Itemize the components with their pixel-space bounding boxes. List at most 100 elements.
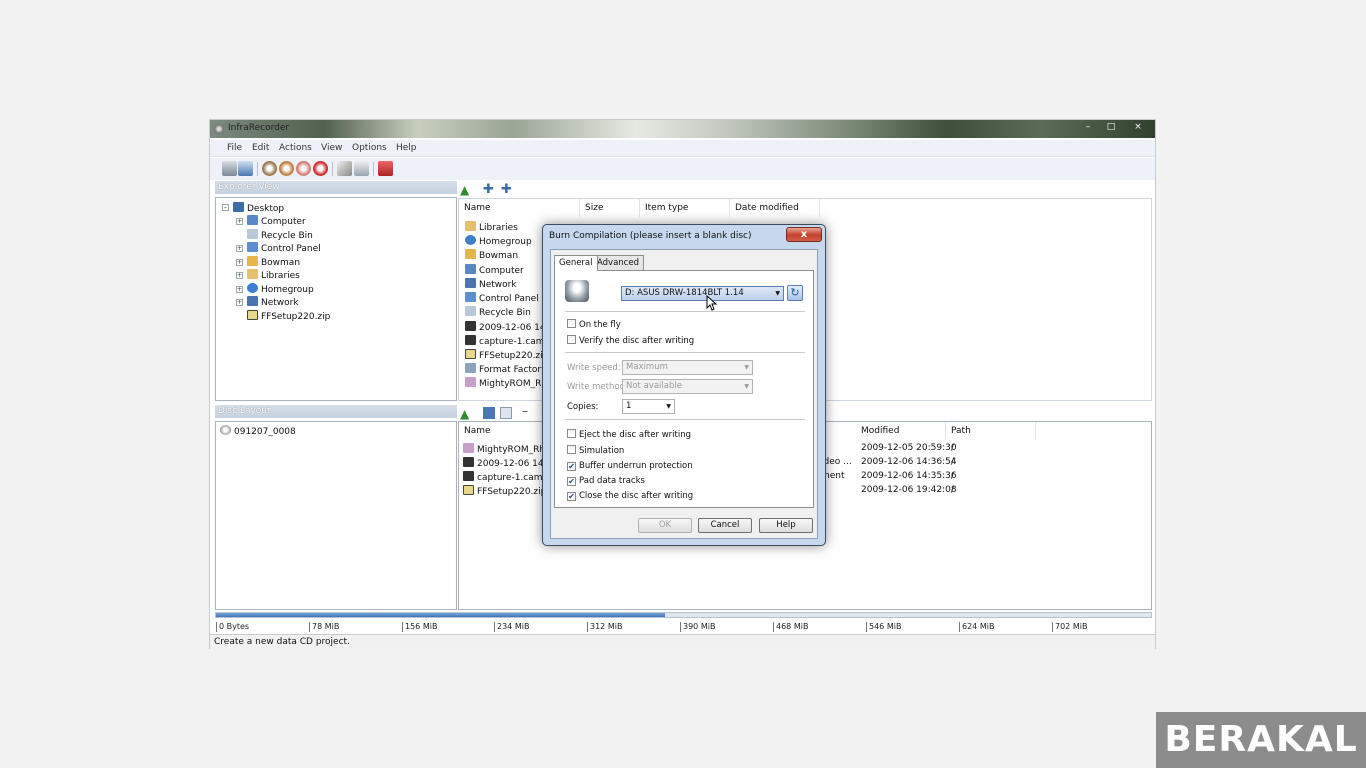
tab-general[interactable]: General: [554, 255, 598, 271]
add-all-icon[interactable]: ✚: [501, 182, 513, 197]
cancel-button[interactable]: Cancel: [698, 518, 752, 533]
menu-actions[interactable]: Actions: [279, 143, 312, 153]
tab-advanced[interactable]: Advanced: [592, 255, 644, 270]
disc-tree: 091207_0008: [215, 421, 457, 610]
scale-tick: 156 MiB: [402, 622, 437, 632]
tree-item-network[interactable]: Network: [247, 296, 299, 308]
table-row[interactable]: capture-1.camre: [463, 471, 552, 483]
tree-item-computer[interactable]: Computer: [247, 215, 306, 227]
menu-help[interactable]: Help: [396, 143, 417, 153]
expand-control-panel[interactable]: +: [236, 245, 243, 252]
tree-item-ffsetup[interactable]: FFSetup220.zip: [247, 310, 330, 322]
simulation-checkbox[interactable]: Simulation: [567, 445, 624, 456]
verify-checkbox[interactable]: Verify the disc after writing: [567, 335, 694, 346]
minimize-button[interactable]: –: [1078, 121, 1098, 133]
drive-icon[interactable]: [354, 161, 369, 176]
remove-icon[interactable]: –: [522, 404, 534, 418]
close-disc-checkbox[interactable]: ✔ Close the disc after writing: [567, 491, 693, 501]
tree-item-homegroup[interactable]: Homegroup: [247, 283, 314, 295]
refresh-icon[interactable]: ↻: [787, 285, 803, 301]
checkbox-simulation[interactable]: [567, 445, 576, 454]
exit-icon[interactable]: [378, 161, 393, 176]
save-icon[interactable]: [238, 161, 253, 176]
list-item[interactable]: Network: [465, 278, 517, 290]
list-item[interactable]: capture-1.camre: [465, 335, 554, 347]
pad-data-tracks-checkbox[interactable]: ✔ Pad data tracks: [567, 476, 645, 486]
column-name[interactable]: Name: [459, 422, 554, 440]
list-item[interactable]: Computer: [465, 264, 524, 276]
add-icon[interactable]: ✚: [483, 182, 495, 197]
list-item[interactable]: Homegroup: [465, 235, 532, 247]
erase-disc-icon[interactable]: [313, 161, 328, 176]
drive-select[interactable]: D: ASUS DRW-1814BLT 1.14 ▼: [621, 286, 784, 301]
copy-disc-icon[interactable]: [279, 161, 294, 176]
list-item[interactable]: Bowman: [465, 249, 518, 261]
row-modified: 2009-12-06 14:35:36: [861, 471, 957, 481]
column-size[interactable]: Size: [580, 199, 640, 217]
file-icon: [465, 377, 476, 387]
menu-edit[interactable]: Edit: [252, 143, 269, 153]
tree-item-libraries[interactable]: Libraries: [247, 269, 300, 281]
tree-item-control-panel[interactable]: Control Panel: [247, 242, 321, 254]
ok-button[interactable]: OK: [638, 518, 692, 533]
buffer-underrun-checkbox[interactable]: ✔ Buffer underrun protection: [567, 461, 693, 471]
expand-computer[interactable]: +: [236, 218, 243, 225]
list-item[interactable]: FFSetup220.zip: [465, 349, 548, 361]
expand-network[interactable]: +: [236, 299, 243, 306]
disc-tree-item[interactable]: 091207_0008: [220, 425, 296, 437]
app-icon: [214, 124, 224, 134]
expand-homegroup[interactable]: +: [236, 286, 243, 293]
dialog-close-button[interactable]: x: [786, 227, 822, 242]
tree-item-desktop[interactable]: Desktop: [233, 202, 284, 214]
on-the-fly-checkbox[interactable]: On the fly: [567, 319, 621, 330]
libraries-icon: [465, 221, 476, 231]
user-folder-icon: [247, 256, 258, 266]
list-item[interactable]: Recycle Bin: [465, 306, 531, 318]
column-modified[interactable]: Modified: [856, 422, 946, 440]
checkbox-on-the-fly[interactable]: [567, 319, 576, 328]
tree-item-bowman[interactable]: Bowman: [247, 256, 300, 268]
close-window-button[interactable]: ×: [1128, 121, 1148, 133]
maximize-button[interactable]: □: [1101, 121, 1121, 133]
checkbox-pad[interactable]: ✔: [567, 477, 576, 486]
tools-icon[interactable]: [337, 161, 352, 176]
scale-tick: 78 MiB: [309, 622, 339, 632]
expand-bowman[interactable]: +: [236, 259, 243, 266]
table-row[interactable]: FFSetup220.zip: [463, 485, 546, 497]
checkbox-close-disc[interactable]: ✔: [567, 492, 576, 501]
up-folder-icon[interactable]: ▲: [460, 407, 472, 421]
write-method-select: Not available ▼: [622, 379, 753, 394]
column-date-modified[interactable]: Date modified: [730, 199, 820, 217]
list-item[interactable]: Control Panel: [465, 292, 539, 304]
import-icon[interactable]: [500, 407, 512, 419]
expand-desktop[interactable]: –: [222, 204, 229, 211]
checkbox-buffer[interactable]: ✔: [567, 462, 576, 471]
column-path[interactable]: Path: [946, 422, 1036, 440]
column-name[interactable]: Name: [459, 199, 580, 217]
copy-image-icon[interactable]: [296, 161, 311, 176]
mouse-cursor: [706, 295, 718, 311]
menu-file[interactable]: File: [227, 143, 242, 153]
new-project-icon[interactable]: [222, 161, 237, 176]
list-item[interactable]: Libraries: [465, 221, 518, 233]
copies-select[interactable]: 1 ▼: [622, 399, 675, 414]
menu-view[interactable]: View: [321, 143, 342, 153]
new-folder-icon[interactable]: [483, 407, 495, 419]
help-button[interactable]: Help: [759, 518, 813, 533]
expand-libraries[interactable]: +: [236, 272, 243, 279]
checkbox-verify[interactable]: [567, 335, 576, 344]
list-item[interactable]: MightyROM_Rhi: [465, 377, 550, 389]
menu-options[interactable]: Options: [352, 143, 387, 153]
column-item-type[interactable]: Item type: [640, 199, 730, 217]
up-folder-icon[interactable]: ▲: [460, 183, 472, 197]
row-path: /: [951, 457, 955, 467]
dialog-title: Burn Compilation (please insert a blank …: [549, 231, 752, 241]
list-item[interactable]: Format Factory: [465, 363, 546, 375]
tree-item-recycle-bin[interactable]: Recycle Bin: [247, 229, 313, 241]
table-row[interactable]: MightyROM_Rho: [463, 443, 551, 455]
shortcut-icon: [465, 363, 476, 373]
eject-checkbox[interactable]: Eject the disc after writing: [567, 429, 691, 440]
recycle-bin-icon: [465, 306, 476, 316]
checkbox-eject[interactable]: [567, 429, 576, 438]
burn-image-icon[interactable]: [262, 161, 277, 176]
